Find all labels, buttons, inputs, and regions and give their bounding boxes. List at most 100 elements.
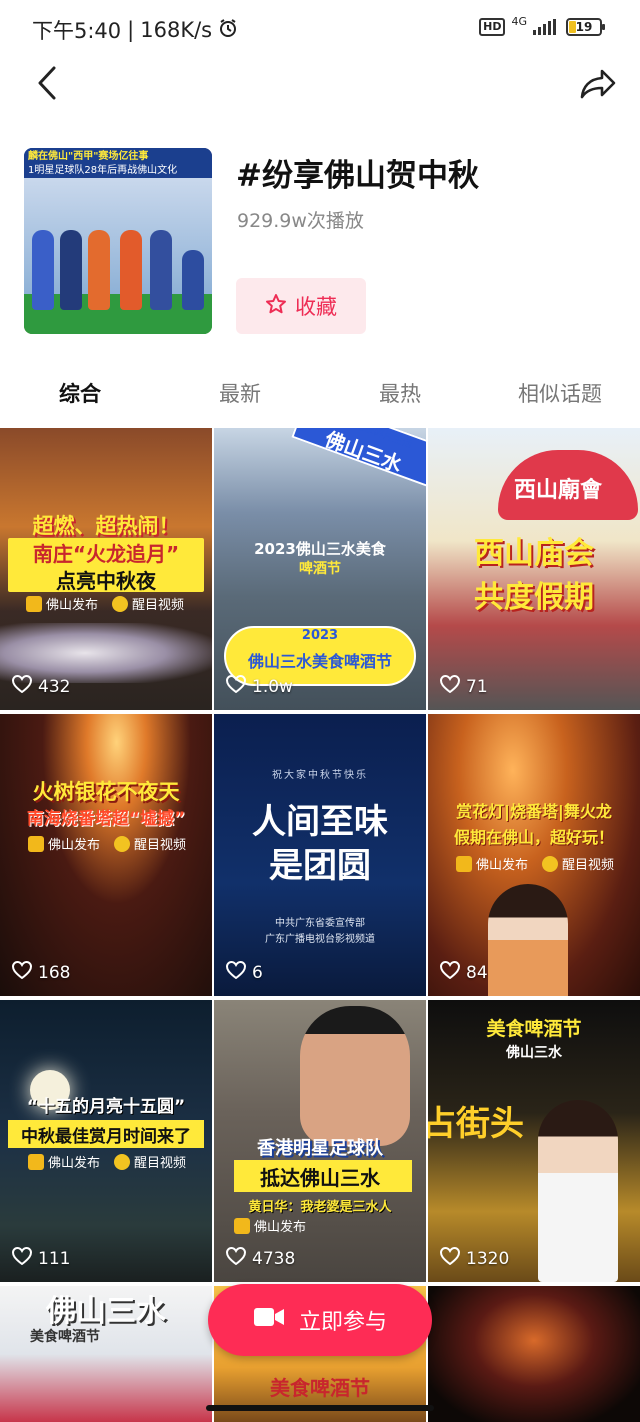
brand-logo-icon (114, 1153, 131, 1170)
video-card[interactable]: 祝大家中秋节快乐 人间至味 是团圆 中共广东省委宣传部 广东广播电视台影视频道 … (214, 714, 426, 996)
video-caption: 抵达佛山三水 (260, 1166, 380, 1190)
brand-logo-icon (26, 595, 42, 612)
video-card[interactable]: 佛山三水 美食啤酒节 (0, 1286, 212, 1422)
video-caption: 祝大家中秋节快乐 (272, 770, 368, 781)
cover-person (150, 230, 172, 310)
brand-name: 佛山发布 (46, 598, 99, 613)
person-figure (488, 884, 568, 996)
like-count: 168 (11, 960, 71, 984)
video-footer: 广东广播电视台影视频道 (265, 934, 375, 945)
status-bar: 下午5:40 | 168K/s HD 4G 19 (0, 0, 640, 60)
tab-comprehensive[interactable]: 综合 (0, 372, 160, 422)
video-card[interactable]: 美食啤酒节 佛山三水 占街头 1320 (428, 1000, 640, 1282)
favorite-label: 收藏 (295, 295, 337, 319)
pill-text: 佛山三水美食啤酒节 (247, 652, 392, 671)
heart-icon (11, 674, 33, 698)
video-card[interactable]: 赏花灯|烧番塔|舞火龙 假期在佛山，超好玩！ 佛山发布 醒目视频 84 (428, 714, 640, 996)
like-number: 6 (252, 962, 263, 983)
video-caption: 啤酒节 (299, 561, 341, 577)
heart-icon (225, 1246, 247, 1270)
video-caption: 美食啤酒节 (30, 1329, 100, 1345)
video-caption: 超燃、超热闹！ (32, 514, 180, 538)
join-button[interactable]: 立即参与 (208, 1284, 432, 1356)
heart-icon (11, 1246, 33, 1270)
cover-person (60, 230, 82, 310)
cover-caption-line-1: 麟在佛山"西甲"赛场亿往事 (28, 151, 149, 162)
hd-icon: HD (479, 18, 506, 36)
brand-name: 佛山发布 (254, 1220, 307, 1235)
topic-cover[interactable]: 麟在佛山"西甲"赛场亿往事 1明星足球队28年后再战佛山文化 (24, 148, 212, 334)
topic-header: 麟在佛山"西甲"赛场亿往事 1明星足球队28年后再战佛山文化 #纷享佛山贺中秋 … (24, 148, 616, 338)
nav-bar (0, 60, 640, 106)
cover-person (32, 230, 54, 310)
like-count: 6 (225, 960, 263, 984)
video-card[interactable]: “十五的月亮十五圆” 中秋最佳赏月时间来了 佛山发布 醒目视频 111 (0, 1000, 212, 1282)
video-caption: 黄日华：我老婆是三水人 (248, 1200, 392, 1215)
status-divider: | (127, 18, 135, 42)
status-time: 下午5:40 (32, 19, 122, 43)
video-card[interactable] (428, 1286, 640, 1422)
video-card[interactable]: 佛山三水 记录碎片生活 2023佛山三水美食 啤酒节 2023 佛山三水美食啤酒… (214, 428, 426, 710)
video-card[interactable]: 超燃、超热闹！ 南庄“火龙追月” 点亮中秋夜 佛山发布 醒目视频 432 (0, 428, 212, 710)
video-card[interactable]: 香港明星足球队 抵达佛山三水 黄日华：我老婆是三水人 佛山发布 4738 (214, 1000, 426, 1282)
video-caption: 南海烧番塔超“墟撼” (26, 809, 186, 829)
brand-logo-icon (234, 1217, 250, 1234)
video-grid: 超燃、超热闹！ 南庄“火龙追月” 点亮中秋夜 佛山发布 醒目视频 432 佛山三… (0, 428, 640, 1422)
like-number: 168 (38, 962, 71, 983)
video-caption: 假期在佛山，超好玩！ (453, 828, 614, 847)
heart-icon (225, 674, 247, 698)
tab-hottest[interactable]: 最热 (320, 372, 480, 422)
video-caption: 是团圆 (269, 846, 371, 886)
brand-row: 佛山发布 醒目视频 (28, 1152, 186, 1171)
sign-text: 西山廟會 (514, 478, 603, 503)
cover-person (182, 250, 204, 310)
pill-year: 2023 (301, 628, 339, 643)
alarm-icon (218, 18, 238, 43)
video-caption: 人间至味 (252, 802, 388, 842)
join-label: 立即参与 (298, 1310, 387, 1335)
sign-text: 占街头 (428, 1104, 524, 1144)
video-caption: 南庄“火龙追月” (32, 542, 180, 566)
heart-icon (11, 960, 33, 984)
share-icon[interactable] (578, 66, 618, 102)
video-caption: 美食啤酒节 (486, 1018, 582, 1040)
video-footer: 中共广东省委宣传部 (275, 918, 365, 929)
network-type: 4G (511, 14, 527, 28)
brand-logo-icon (456, 855, 472, 872)
heart-icon (439, 1246, 461, 1270)
battery-level: 19 (575, 20, 593, 34)
brand-name: 醒目视频 (562, 858, 615, 873)
brand-name: 佛山发布 (476, 858, 529, 873)
video-caption: 共度假期 (474, 580, 594, 615)
like-count: 432 (11, 674, 70, 698)
favorite-button[interactable]: 收藏 (236, 278, 366, 334)
tab-similar-topics[interactable]: 相似话题 (480, 372, 640, 422)
battery-icon: 19 (566, 18, 605, 36)
brand-logo-icon (28, 1153, 44, 1170)
brand-name: 佛山发布 (48, 838, 101, 853)
tab-latest[interactable]: 最新 (160, 372, 320, 422)
like-number: 111 (38, 1248, 71, 1269)
topic-title: #纷享佛山贺中秋 (236, 158, 479, 194)
video-caption: 点亮中秋夜 (56, 569, 156, 593)
like-count: 84 (439, 960, 488, 984)
heart-icon (439, 960, 461, 984)
video-caption: 火树银花不夜天 (32, 780, 180, 804)
video-card[interactable]: 火树银花不夜天 南海烧番塔超“墟撼” 佛山发布 醒目视频 168 (0, 714, 212, 996)
back-icon[interactable] (32, 64, 64, 102)
home-indicator[interactable] (206, 1405, 434, 1411)
video-camera-icon (253, 1306, 285, 1334)
video-caption: 香港明星足球队 (257, 1138, 383, 1159)
cover-caption: 麟在佛山"西甲"赛场亿往事 1明星足球队28年后再战佛山文化 (24, 148, 212, 178)
video-caption: 中秋最佳赏月时间来了 (21, 1127, 191, 1147)
cover-person (88, 230, 110, 310)
like-count: 1.0w (225, 674, 293, 698)
video-card[interactable]: 西山廟會 西山庙会 共度假期 71 (428, 428, 640, 710)
brand-logo-icon (112, 595, 129, 612)
video-caption: 佛山三水 (506, 1045, 562, 1061)
play-count: 929.9w次播放 (237, 210, 364, 232)
like-number: 71 (466, 676, 488, 697)
like-number: 1320 (466, 1248, 510, 1269)
tab-bar: 综合 最新 最热 相似话题 (0, 372, 640, 422)
brand-logo-icon (28, 835, 44, 852)
